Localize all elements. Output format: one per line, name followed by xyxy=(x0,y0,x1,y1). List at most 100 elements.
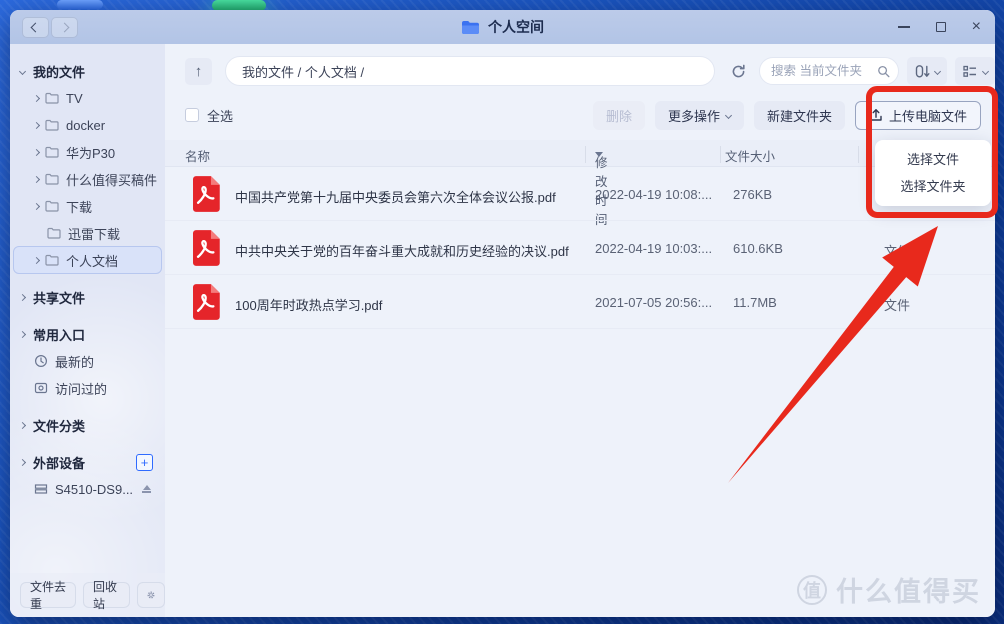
chevron-right-icon xyxy=(19,330,26,337)
chevron-down-icon xyxy=(725,111,732,118)
upload-icon xyxy=(869,108,883,122)
search-icon xyxy=(877,64,890,79)
eject-icon[interactable] xyxy=(142,485,151,493)
table-row[interactable]: 100周年时政热点学习.pdf 2021-07-05 20:56:... 11.… xyxy=(165,275,995,329)
chevron-right-icon xyxy=(33,256,40,263)
minimize-button[interactable] xyxy=(898,26,910,28)
folder-icon xyxy=(45,200,59,212)
desktop: 个人空间 × 我的文件 TV xyxy=(0,0,1004,624)
sidebar-item-external-devices[interactable]: 外部设备 + xyxy=(14,449,161,475)
breadcrumb[interactable]: 我的文件 / 个人文档 / xyxy=(225,56,715,86)
sidebar-item-device[interactable]: S4510-DS9... xyxy=(14,476,161,502)
sidebar-item-recent[interactable]: 最新的 xyxy=(14,348,161,374)
upload-button[interactable]: 上传电脑文件 xyxy=(855,101,981,130)
chevron-right-icon xyxy=(19,293,26,300)
titlebar[interactable]: 个人空间 × xyxy=(10,10,995,44)
chevron-right-icon xyxy=(33,175,40,182)
sidebar-footer: 文件去重 回收站 xyxy=(10,573,165,617)
go-up-button[interactable]: ↑ xyxy=(185,58,212,85)
column-name[interactable]: 名称 xyxy=(185,146,210,165)
file-manager-window: 个人空间 × 我的文件 TV xyxy=(10,10,995,617)
file-size: 610.6KB xyxy=(733,241,783,256)
add-device-button[interactable]: + xyxy=(136,454,153,471)
sidebar-item-downloads[interactable]: 下载 xyxy=(14,193,161,219)
delete-button: 删除 xyxy=(593,101,645,130)
file-name: 中共中央关于党的百年奋斗重大成就和历史经验的决议.pdf xyxy=(235,241,569,260)
sidebar-item-tv[interactable]: TV xyxy=(14,85,161,111)
more-actions-button[interactable]: 更多操作 xyxy=(655,101,744,130)
list-view-icon xyxy=(962,64,978,79)
upload-dropdown-menu: 选择文件 选择文件夹 xyxy=(875,140,991,206)
history-icon xyxy=(34,381,48,395)
settings-button[interactable] xyxy=(137,582,165,608)
sidebar-item-huawei-p30[interactable]: 华为P30 xyxy=(14,139,161,165)
refresh-icon xyxy=(730,63,747,80)
chevron-down-icon xyxy=(19,67,26,74)
table-row[interactable]: 中国共产党第十九届中央委员会第六次全体会议公报.pdf 2022-04-19 1… xyxy=(165,167,995,221)
breadcrumb-path: 我的文件 / 个人文档 / xyxy=(242,62,364,81)
folder-icon xyxy=(45,173,59,185)
file-name: 中国共产党第十九届中央委员会第六次全体会议公报.pdf xyxy=(235,187,556,206)
file-name: 100周年时政热点学习.pdf xyxy=(235,295,382,314)
sidebar-item-label: 常用入口 xyxy=(33,325,85,344)
pdf-file-icon xyxy=(189,283,222,321)
file-size: 276KB xyxy=(733,187,772,202)
sort-desc-icon xyxy=(595,152,603,157)
folder-icon xyxy=(45,119,59,131)
sidebar-item-quick-access[interactable]: 常用入口 xyxy=(14,321,161,347)
sidebar-item-personal-docs[interactable]: 个人文档 xyxy=(14,247,161,273)
file-modified: 2022-04-19 10:03:... xyxy=(595,241,712,256)
toolbar: ↑ 我的文件 / 个人文档 / xyxy=(165,56,995,86)
dedupe-button[interactable]: 文件去重 xyxy=(20,582,76,608)
folder-icon xyxy=(45,254,59,266)
sidebar-item-visited[interactable]: 访问过的 xyxy=(14,375,161,401)
clock-icon xyxy=(34,354,48,368)
chevron-right-icon xyxy=(33,121,40,128)
column-size[interactable]: 文件大小 xyxy=(725,146,775,165)
pdf-file-icon xyxy=(189,229,222,267)
refresh-button[interactable] xyxy=(725,58,751,84)
select-all[interactable]: 全选 xyxy=(185,106,233,125)
sidebar-item-label: 我的文件 xyxy=(33,62,85,81)
table-row[interactable]: 中共中央关于党的百年奋斗重大成就和历史经验的决议.pdf 2022-04-19 … xyxy=(165,221,995,275)
recycle-bin-button[interactable]: 回收站 xyxy=(83,582,130,608)
sidebar-item-docker[interactable]: docker xyxy=(14,112,161,138)
file-size: 11.7MB xyxy=(733,295,777,310)
sidebar-item-label: 什么值得买稿件 xyxy=(66,170,157,189)
file-list-panel: ↑ 我的文件 / 个人文档 / xyxy=(165,44,995,617)
search-input[interactable] xyxy=(771,64,877,78)
sidebar-item-shared-files[interactable]: 共享文件 xyxy=(14,284,161,310)
sidebar-item-label: S4510-DS9... xyxy=(55,482,133,497)
chevron-right-icon xyxy=(33,148,40,155)
menu-item-choose-folder[interactable]: 选择文件夹 xyxy=(875,173,991,200)
chevron-down-icon xyxy=(934,67,941,74)
sidebar-item-label: 访问过的 xyxy=(55,379,107,398)
desktop-icon xyxy=(57,0,103,9)
sidebar-item-label: 共享文件 xyxy=(33,288,85,307)
sort-button[interactable] xyxy=(907,57,947,85)
maximize-button[interactable] xyxy=(936,22,946,32)
file-type: 文件 xyxy=(884,241,910,260)
table-header: 名称 修改时间 文件大小 xyxy=(165,140,995,167)
sidebar-item-file-categories[interactable]: 文件分类 xyxy=(14,412,161,438)
search-box[interactable] xyxy=(759,57,899,85)
forward-button[interactable] xyxy=(51,17,78,38)
folder-icon xyxy=(45,92,59,104)
close-button[interactable]: × xyxy=(972,19,981,35)
select-all-label: 全选 xyxy=(207,106,233,125)
back-button[interactable] xyxy=(22,17,49,38)
sidebar-item-label: 迅雷下载 xyxy=(68,224,120,243)
sidebar-item-label: 最新的 xyxy=(55,352,94,371)
file-type: 文件 xyxy=(884,295,910,314)
sidebar-item-label: 文件分类 xyxy=(33,416,85,435)
sidebar-item-my-files[interactable]: 我的文件 xyxy=(14,58,161,84)
new-folder-button[interactable]: 新建文件夹 xyxy=(754,101,845,130)
sidebar-item-thunder-downloads[interactable]: 迅雷下载 xyxy=(14,220,161,246)
sidebar-item-smzdm-drafts[interactable]: 什么值得买稿件 xyxy=(14,166,161,192)
select-all-checkbox[interactable] xyxy=(185,108,199,122)
view-mode-button[interactable] xyxy=(955,57,995,85)
menu-item-choose-files[interactable]: 选择文件 xyxy=(875,146,991,173)
gear-icon xyxy=(147,587,155,603)
file-modified: 2022-04-19 10:08:... xyxy=(595,187,712,202)
chevron-right-icon xyxy=(60,22,70,32)
